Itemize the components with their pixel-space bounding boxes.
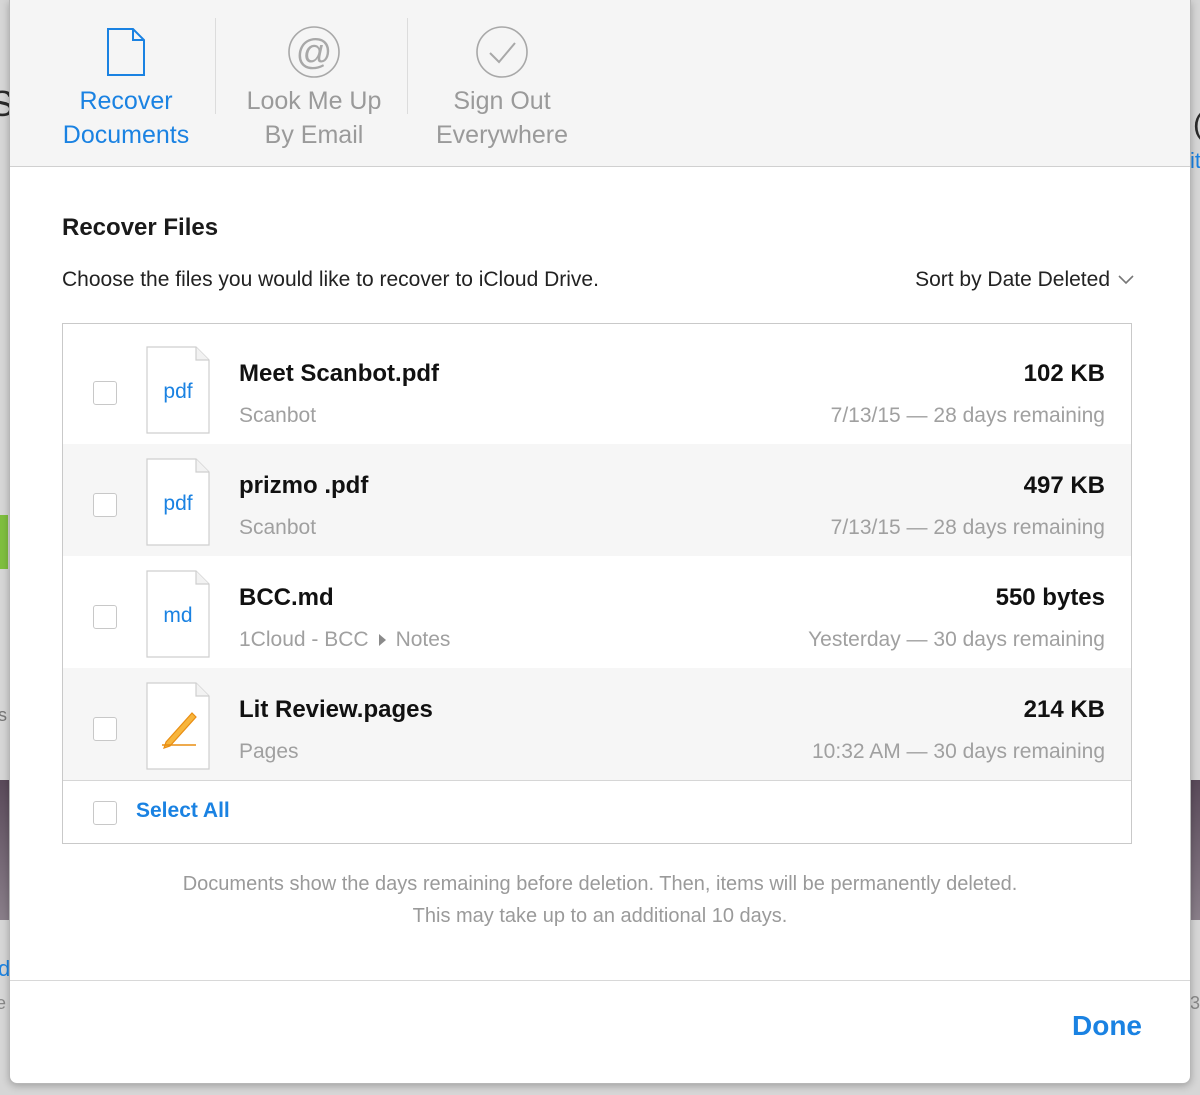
deletion-note: Documents show the days remaining before… xyxy=(10,868,1190,932)
checkmark-circle-icon xyxy=(474,24,530,80)
file-location-text: Pages xyxy=(239,740,299,763)
background-green-bar xyxy=(0,515,8,569)
background-fragment: e xyxy=(0,993,7,1013)
file-checkbox[interactable] xyxy=(93,381,117,405)
file-name: BCC.md xyxy=(239,584,334,611)
dialog-toolbar: Recover Documents @ Look Me Up By Email … xyxy=(10,0,1190,167)
toolbar-divider xyxy=(407,18,408,114)
file-row[interactable]: pdf prizmo .pdf Scanbot 497 KB 7/13/15 —… xyxy=(63,444,1131,556)
recover-documents-dialog: Recover Documents @ Look Me Up By Email … xyxy=(9,0,1191,1084)
tab-recover-documents[interactable]: Recover Documents xyxy=(50,0,202,166)
tab-label: Recover Documents xyxy=(62,87,190,149)
file-location-text: 1Cloud - BCC xyxy=(239,628,369,651)
file-location: Scanbot xyxy=(239,404,316,428)
sort-dropdown[interactable]: Sort by Date Deleted xyxy=(915,268,1134,292)
document-icon xyxy=(98,24,154,80)
background-fragment: s xyxy=(0,705,7,725)
file-checkbox[interactable] xyxy=(93,717,117,741)
select-all-row: Select All xyxy=(63,780,1131,843)
file-name: prizmo .pdf xyxy=(239,472,369,499)
file-location-text: Scanbot xyxy=(239,404,317,427)
tab-sign-out-everywhere[interactable]: Sign Out Everywhere xyxy=(422,0,582,166)
md-file-icon: md xyxy=(146,570,210,658)
file-location: Pages xyxy=(239,740,299,764)
background-image-fragment xyxy=(0,780,9,920)
file-extension: pdf xyxy=(163,380,193,403)
background-fragment: ( xyxy=(1193,110,1200,140)
file-deleted-date: 10:32 AM — 30 days remaining xyxy=(812,740,1105,763)
select-all-button[interactable]: Select All xyxy=(136,799,230,823)
file-size: 497 KB xyxy=(1023,472,1105,499)
done-button[interactable]: Done xyxy=(1072,1010,1142,1042)
tab-label: Look Me Up By Email xyxy=(246,87,382,149)
sort-label: Sort by Date Deleted xyxy=(915,268,1110,291)
footer-divider xyxy=(10,980,1190,981)
file-location-text: Scanbot xyxy=(239,516,317,539)
deletion-note-line: This may take up to an additional 10 day… xyxy=(412,905,788,927)
file-deleted-date: 7/13/15 — 28 days remaining xyxy=(830,404,1105,427)
file-location: 1Cloud - BCC Notes xyxy=(239,628,450,652)
file-row[interactable]: pdf Meet Scanbot.pdf Scanbot 102 KB 7/13… xyxy=(63,332,1131,444)
page-title: Recover Files xyxy=(62,214,219,241)
chevron-down-icon xyxy=(1118,275,1134,285)
at-sign-icon: @ xyxy=(286,24,342,80)
background-image-fragment xyxy=(1191,780,1200,920)
file-name: Lit Review.pages xyxy=(239,696,433,723)
svg-text:@: @ xyxy=(296,31,333,72)
disclosure-triangle-icon xyxy=(378,634,386,646)
pages-file-icon xyxy=(146,682,210,770)
tab-label: Sign Out Everywhere xyxy=(436,87,568,149)
file-checkbox[interactable] xyxy=(93,493,117,517)
deletion-note-line: Documents show the days remaining before… xyxy=(182,873,1018,895)
file-list: pdf Meet Scanbot.pdf Scanbot 102 KB 7/13… xyxy=(62,323,1132,844)
tab-look-me-up-by-email[interactable]: @ Look Me Up By Email xyxy=(234,0,394,166)
file-checkbox[interactable] xyxy=(93,605,117,629)
pdf-file-icon: pdf xyxy=(146,458,210,546)
file-deleted-date: Yesterday — 30 days remaining xyxy=(808,628,1105,651)
pdf-file-icon: pdf xyxy=(146,346,210,434)
file-name: Meet Scanbot.pdf xyxy=(239,360,440,387)
page-subtitle: Choose the files you would like to recov… xyxy=(62,268,599,291)
file-row[interactable]: Lit Review.pages Pages 214 KB 10:32 AM —… xyxy=(63,668,1131,780)
file-location: Scanbot xyxy=(239,516,316,540)
file-extension: pdf xyxy=(163,492,193,515)
file-size: 550 bytes xyxy=(995,584,1105,611)
background-link-fragment: it xyxy=(1190,148,1200,173)
file-row[interactable]: md BCC.md 1Cloud - BCC Notes 550 bytes Y… xyxy=(63,556,1131,668)
file-size: 102 KB xyxy=(1023,360,1105,387)
file-location-subfolder: Notes xyxy=(395,628,451,651)
background-fragment: 3 xyxy=(1190,993,1200,1013)
select-all-checkbox[interactable] xyxy=(93,801,117,825)
file-extension: md xyxy=(163,604,193,627)
toolbar-divider xyxy=(215,18,216,114)
file-size: 214 KB xyxy=(1023,696,1105,723)
file-deleted-date: 7/13/15 — 28 days remaining xyxy=(830,516,1105,539)
